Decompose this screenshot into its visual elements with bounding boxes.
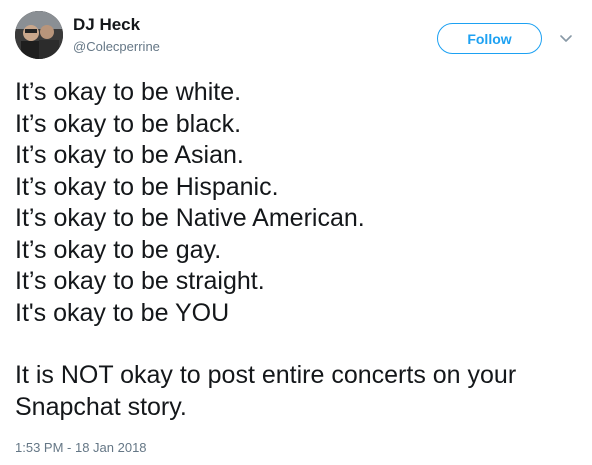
tweet-line: It’s okay to be black. <box>15 109 242 138</box>
profile-photo-icon <box>15 11 63 59</box>
tweet-line: It’s okay to be Hispanic. <box>15 172 279 201</box>
tweet-line: It’s okay to be gay. <box>15 235 222 264</box>
tweet-line: It’s okay to be Native American. <box>15 204 365 232</box>
tweet-line: It’s okay to be Asian. <box>15 141 244 169</box>
tweet-card: DJ Heck @Colecperrine Follow It’s okay t… <box>0 0 592 465</box>
tweet-closing-text: It is NOT okay to post entire concerts o… <box>15 361 517 421</box>
tweet-line: It’s okay to be straight. <box>15 267 265 295</box>
tweet-line: It’s okay to be white. <box>15 78 242 106</box>
chevron-down-icon[interactable] <box>557 29 575 47</box>
paragraph-break <box>15 329 580 360</box>
author-handle[interactable]: @Colecperrine <box>73 38 160 56</box>
tweet-line: It's okay to be YOU <box>15 298 230 327</box>
avatar[interactable] <box>15 11 63 59</box>
author-display-name[interactable]: DJ Heck <box>73 14 140 36</box>
tweet-text: It’s okay to be white. It’s okay to be b… <box>15 77 580 423</box>
follow-button[interactable]: Follow <box>437 23 542 54</box>
tweet-timestamp[interactable]: 1:53 PM - 18 Jan 2018 <box>15 440 147 456</box>
